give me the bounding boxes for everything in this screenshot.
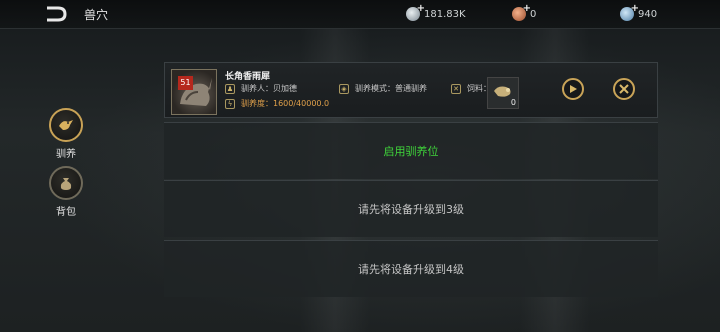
copper-coin-icon: +: [512, 3, 531, 21]
trainer-info: ♟ 驯养人：贝加德: [225, 83, 297, 94]
feed-slot[interactable]: 0: [487, 77, 519, 109]
page-title: 兽穴: [84, 8, 109, 22]
locked-slot-text: 请先将设备升级到3级: [358, 203, 464, 216]
sidebar-item-label: 背包: [56, 207, 76, 218]
taming-progress-text: 驯养度：1600/40000.0: [241, 99, 330, 108]
feed-info: ✕ 饲料：: [451, 83, 491, 94]
gem-amount: 940: [638, 8, 658, 20]
locked-slot-row: 请先将设备升级到4级: [164, 240, 658, 297]
close-icon: [619, 84, 629, 94]
sidebar: 驯养 背包: [34, 28, 98, 332]
plus-icon[interactable]: +: [523, 3, 531, 14]
remove-beast-button[interactable]: [613, 78, 635, 100]
beast-name: 长角香雨犀: [225, 72, 271, 82]
mode-icon: ◈: [339, 83, 349, 94]
plus-icon[interactable]: +: [417, 3, 425, 14]
silver-amount: 181.83K: [424, 8, 466, 20]
open-slot-text: 启用驯养位: [383, 145, 439, 158]
trainer-text: 驯养人：贝加德: [241, 84, 297, 93]
locked-slot-row: 请先将设备升级到3级: [164, 180, 658, 237]
gem-currency[interactable]: + 940: [620, 3, 658, 23]
taming-slot-card: 51 长角香雨犀 ♟ 驯养人：贝加德 ◈ 驯养模式：普通驯养 ✕ 饲料： ϟ 驯…: [164, 62, 658, 118]
feed-icon: ✕: [451, 83, 461, 94]
back-arrow-icon: [47, 6, 67, 22]
copper-currency[interactable]: + 0: [512, 3, 536, 23]
lightning-icon: ϟ: [225, 98, 235, 109]
feed-quantity: 0: [510, 98, 516, 107]
silver-currency[interactable]: + 181.83K: [406, 3, 466, 23]
sidebar-item-label: 驯养: [56, 149, 76, 160]
taming-info: ϟ 驯养度：1600/40000.0: [225, 98, 329, 109]
level-badge: 51: [178, 76, 193, 90]
back-button[interactable]: [44, 5, 68, 23]
bird-icon: [49, 108, 83, 142]
beast-portrait[interactable]: 51: [171, 69, 217, 115]
open-slot-row[interactable]: 启用驯养位: [164, 122, 658, 179]
silver-coin-icon: +: [406, 3, 425, 21]
plus-icon[interactable]: +: [631, 3, 639, 14]
start-taming-button[interactable]: [562, 78, 584, 100]
top-bar: 兽穴 + 181.83K + 0 + 940: [0, 0, 720, 29]
mode-text: 驯养模式：普通驯养: [355, 84, 427, 93]
sidebar-item-bag[interactable]: 背包: [34, 166, 98, 218]
mode-info: ◈ 驯养模式：普通驯养: [339, 83, 427, 94]
play-icon: [570, 85, 577, 93]
taming-panel: 51 长角香雨犀 ♟ 驯养人：贝加德 ◈ 驯养模式：普通驯养 ✕ 饲料： ϟ 驯…: [164, 62, 658, 298]
gem-icon: +: [620, 3, 639, 21]
bag-icon: [49, 166, 83, 200]
sidebar-item-tame[interactable]: 驯养: [34, 108, 98, 160]
locked-slot-text: 请先将设备升级到4级: [358, 263, 464, 276]
person-icon: ♟: [225, 83, 235, 94]
